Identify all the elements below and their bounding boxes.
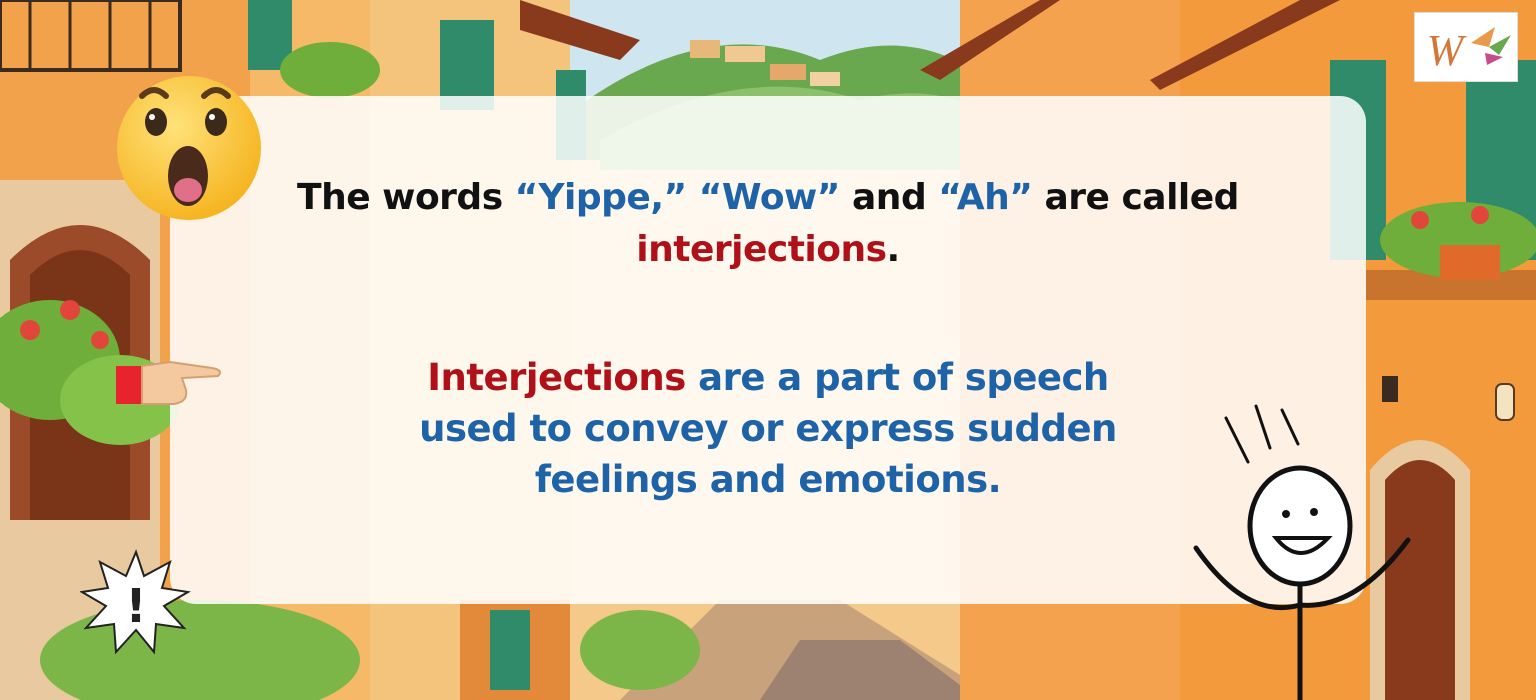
- example-word-yippe: “Yippe,”: [514, 177, 688, 218]
- intro-period: .: [886, 229, 901, 270]
- brand-logo: W: [1414, 12, 1518, 82]
- happy-stick-figure-icon: [1193, 404, 1411, 700]
- pointing-hand-icon: [116, 360, 221, 405]
- intro-suffix: are called: [1032, 177, 1239, 218]
- definition-line-1: are a part of speech: [685, 356, 1109, 399]
- definition-term: Interjections: [427, 356, 686, 399]
- brand-logo-mark: W: [1427, 26, 1511, 75]
- logo-letter: W: [1427, 26, 1467, 75]
- exclamation-mark: !: [126, 579, 147, 633]
- example-word-wow: “Wow”: [698, 177, 841, 218]
- surprised-emoji-icon: [117, 76, 261, 220]
- definition-line-3: feelings and emotions.: [534, 458, 1002, 501]
- interjections-term: interjections: [636, 229, 887, 270]
- interjection-intro: The words “Yippe,” “Wow” and “Ah” are ca…: [170, 172, 1366, 276]
- example-word-ah: “Ah”: [938, 177, 1033, 218]
- intro-prefix: The words: [297, 177, 515, 218]
- definition-line-2: used to convey or express sudden: [419, 407, 1117, 450]
- exclamation-burst-icon: !: [80, 549, 191, 655]
- intro-and: and: [839, 177, 939, 218]
